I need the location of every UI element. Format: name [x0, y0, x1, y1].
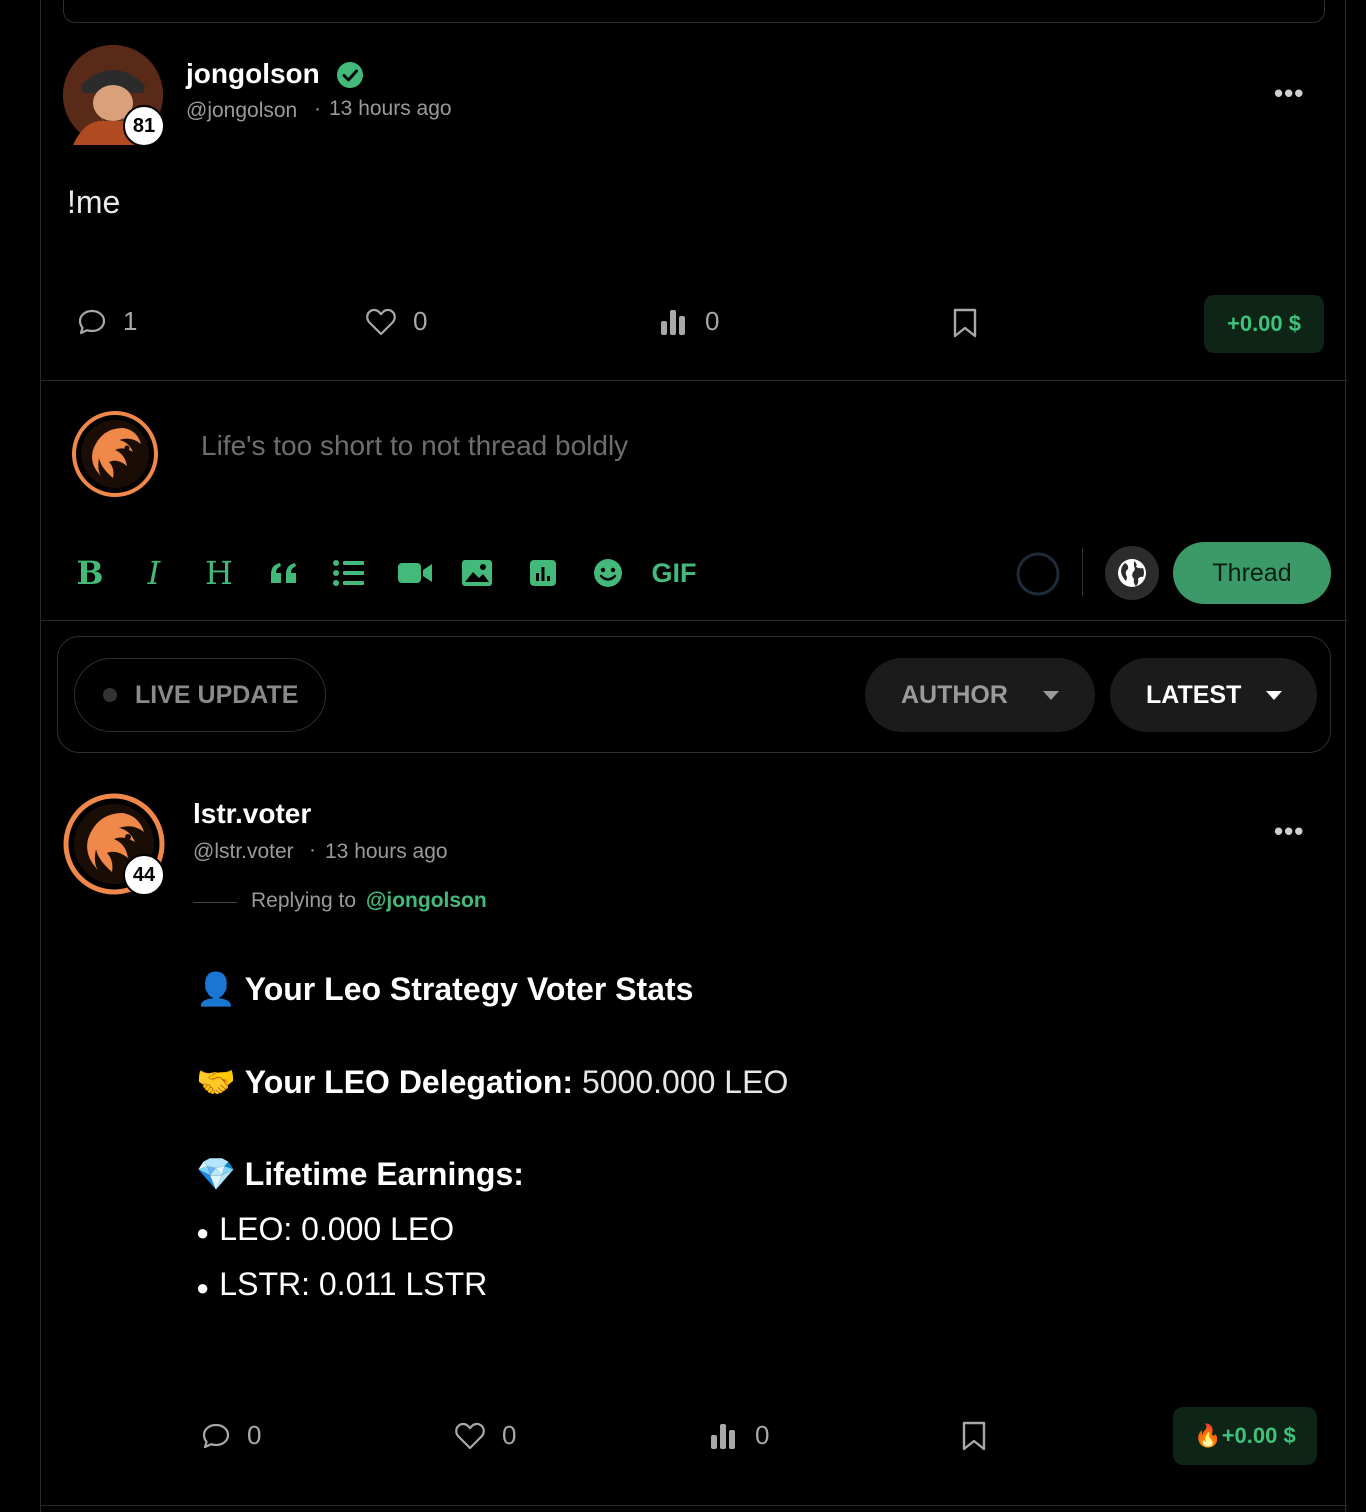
sort-dropdown[interactable]: LATEST — [1110, 658, 1317, 732]
list-icon — [333, 560, 364, 586]
bold-button[interactable]: B — [73, 554, 107, 592]
list-button[interactable] — [332, 556, 366, 590]
comment-button[interactable]: 1 — [77, 306, 137, 337]
earnings-badge[interactable]: +0.00 $ — [1204, 295, 1324, 353]
divider — [41, 620, 1347, 621]
meta-separator: · — [314, 97, 321, 120]
user-emoji: 👤 — [196, 971, 236, 1007]
filter-bar: LIVE UPDATE AUTHOR LATEST — [57, 636, 1331, 753]
chevron-down-icon — [1042, 691, 1059, 700]
toolbar-divider — [1082, 548, 1083, 596]
bookmark-icon[interactable] — [961, 1420, 987, 1452]
author-filter-label: AUTHOR — [901, 680, 1008, 709]
post-time: 13 hours ago — [325, 840, 448, 863]
image-button[interactable] — [460, 556, 494, 590]
earnings-heading: 💎 Lifetime Earnings: — [196, 1155, 524, 1193]
views-button[interactable]: 0 — [659, 306, 719, 337]
bar-chart-icon — [711, 1423, 735, 1449]
gif-button[interactable]: GIF — [649, 556, 699, 590]
divider — [41, 380, 1347, 381]
bookmark-icon[interactable] — [952, 307, 978, 339]
video-icon — [398, 563, 432, 583]
more-options-icon[interactable]: ••• — [1274, 816, 1304, 847]
replying-label: Replying to — [251, 889, 357, 912]
like-count: 0 — [502, 1420, 517, 1450]
view-count: 0 — [705, 306, 720, 336]
divider — [41, 1505, 1347, 1506]
display-name[interactable]: jongolson — [186, 58, 320, 90]
poll-icon — [530, 560, 556, 586]
live-status-dot — [103, 688, 117, 702]
replying-to: Replying to @jongolson — [251, 889, 487, 913]
replying-to-link[interactable]: @jongolson — [366, 889, 487, 912]
heading-button[interactable]: H — [202, 554, 236, 592]
bullet-leo: LEO: 0.000 LEO — [219, 1211, 455, 1247]
delegation-label: Your LEO Delegation: — [244, 1064, 574, 1100]
meta-separator: · — [309, 838, 316, 861]
bullet-lstr: LSTR: 0.011 LSTR — [219, 1266, 488, 1302]
like-button[interactable]: 0 — [365, 306, 427, 337]
chevron-down-icon — [1266, 691, 1283, 700]
post-body: !me — [67, 184, 121, 220]
comment-count: 1 — [123, 306, 138, 336]
user-handle[interactable]: @jongolson — [186, 99, 297, 123]
comment-button[interactable]: 0 — [201, 1420, 261, 1451]
views-button[interactable]: 0 — [709, 1420, 769, 1451]
composer-input[interactable]: Life's too short to not thread boldly — [201, 430, 628, 462]
sort-label: LATEST — [1146, 680, 1242, 709]
bullet: ● — [196, 1220, 210, 1245]
earnings-label: Lifetime Earnings: — [244, 1156, 524, 1192]
italic-button[interactable]: I — [137, 554, 171, 592]
emoji-icon — [594, 559, 622, 587]
poll-button[interactable] — [526, 556, 560, 590]
delegation-value: 5000.000 LEO — [581, 1064, 789, 1100]
emoji-button[interactable] — [591, 556, 625, 590]
like-button[interactable]: 0 — [454, 1420, 516, 1451]
comment-icon — [202, 1423, 230, 1448]
comment-icon — [78, 309, 106, 334]
delegation-line: 🤝 Your LEO Delegation: 5000.000 LEO — [196, 1063, 788, 1101]
live-update-label: LIVE UPDATE — [135, 680, 299, 709]
video-button[interactable] — [396, 556, 434, 590]
image-icon — [462, 560, 492, 586]
earnings-badge[interactable]: 🔥+0.00 $ — [1173, 1407, 1317, 1465]
view-count: 0 — [755, 1420, 770, 1450]
heart-icon — [455, 1422, 485, 1449]
like-count: 0 — [413, 306, 428, 336]
user-handle[interactable]: @lstr.voter — [193, 840, 294, 864]
quote-button[interactable] — [267, 556, 301, 590]
reply-connector — [193, 902, 237, 903]
list-item: ● LEO: 0.000 LEO — [196, 1211, 454, 1248]
character-count-ring-icon — [1016, 552, 1060, 596]
live-update-toggle[interactable]: LIVE UPDATE — [74, 658, 326, 732]
lion-avatar-icon[interactable] — [71, 410, 159, 498]
previous-card-edge — [63, 0, 1325, 23]
author-filter-dropdown[interactable]: AUTHOR — [865, 658, 1095, 732]
reputation-badge: 81 — [123, 105, 165, 147]
stats-heading-text: Your Leo Strategy Voter Stats — [244, 971, 694, 1007]
quote-icon — [271, 563, 296, 583]
gem-emoji: 💎 — [196, 1156, 236, 1192]
list-item: ● LSTR: 0.011 LSTR — [196, 1266, 487, 1303]
verified-check-icon — [337, 62, 363, 88]
feed-column: 81 jongolson @jongolson · 13 hours ago •… — [40, 0, 1347, 1512]
more-options-icon[interactable]: ••• — [1274, 78, 1304, 109]
heart-icon — [366, 308, 396, 335]
visibility-button[interactable] — [1105, 546, 1159, 600]
thread-submit-button[interactable]: Thread — [1173, 542, 1331, 604]
post-time: 13 hours ago — [329, 97, 452, 120]
bullet: ● — [196, 1275, 210, 1300]
reputation-badge: 44 — [123, 854, 165, 896]
globe-icon — [1118, 559, 1146, 587]
stats-heading: 👤 Your Leo Strategy Voter Stats — [196, 970, 693, 1008]
display-name[interactable]: lstr.voter — [193, 798, 311, 830]
handshake-emoji: 🤝 — [196, 1064, 236, 1100]
bar-chart-icon — [661, 309, 685, 335]
comment-count: 0 — [247, 1420, 262, 1450]
